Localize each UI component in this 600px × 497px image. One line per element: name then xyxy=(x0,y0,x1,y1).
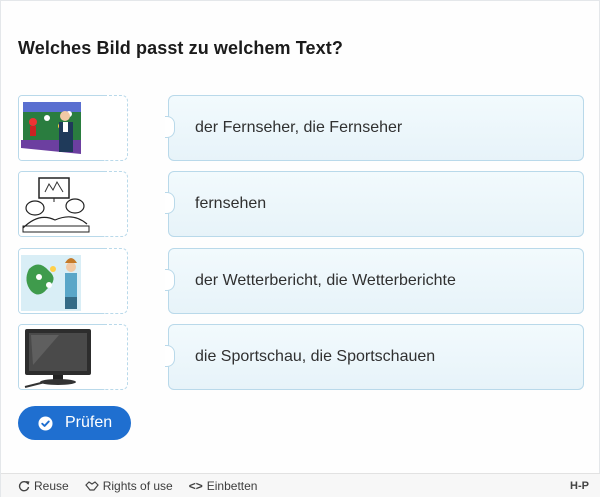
check-button-label: Prüfen xyxy=(65,414,113,431)
weather-report-image[interactable] xyxy=(18,248,113,314)
text-option[interactable]: fernsehen xyxy=(168,171,584,237)
embed-icon: <> xyxy=(188,479,203,493)
h5p-logo[interactable]: H-P xyxy=(570,480,589,492)
match-row: der Wetterbericht, die Wetterberichte xyxy=(18,248,584,314)
text-option[interactable]: der Fernseher, die Fernseher xyxy=(168,95,584,161)
drop-zone[interactable] xyxy=(104,171,128,237)
watching-tv-image[interactable] xyxy=(18,171,113,237)
drop-zone[interactable] xyxy=(104,248,128,314)
text-option[interactable]: die Sportschau, die Sportschauen xyxy=(168,324,584,390)
rights-label: Rights of use xyxy=(102,479,173,493)
reuse-label: Reuse xyxy=(34,479,69,493)
handshake-icon xyxy=(84,481,99,491)
drop-zone[interactable] xyxy=(104,324,128,390)
match-row: fernsehen xyxy=(18,171,584,237)
reuse-link[interactable]: Reuse xyxy=(18,479,69,493)
check-button[interactable]: Prüfen xyxy=(18,406,131,440)
rights-of-use-link[interactable]: Rights of use xyxy=(84,479,173,493)
match-row: die Sportschau, die Sportschauen xyxy=(18,324,584,390)
h5p-container: Welches Bild passt zu welchem Text? der … xyxy=(0,0,600,497)
sportscast-image[interactable] xyxy=(18,95,113,161)
tv-set-image[interactable] xyxy=(18,324,113,390)
embed-label: Einbetten xyxy=(206,479,258,493)
match-row: der Fernseher, die Fernseher xyxy=(18,95,584,161)
text-option[interactable]: der Wetterbericht, die Wetterberichte xyxy=(168,248,584,314)
drop-zone[interactable] xyxy=(104,95,128,161)
reuse-icon xyxy=(18,481,30,492)
footer-bar: Reuse Rights of use <> Einbetten H-P xyxy=(1,473,600,497)
question-title: Welches Bild passt zu welchem Text? xyxy=(18,38,343,58)
check-circle-icon xyxy=(38,415,53,431)
embed-link[interactable]: <> Einbetten xyxy=(189,479,258,493)
